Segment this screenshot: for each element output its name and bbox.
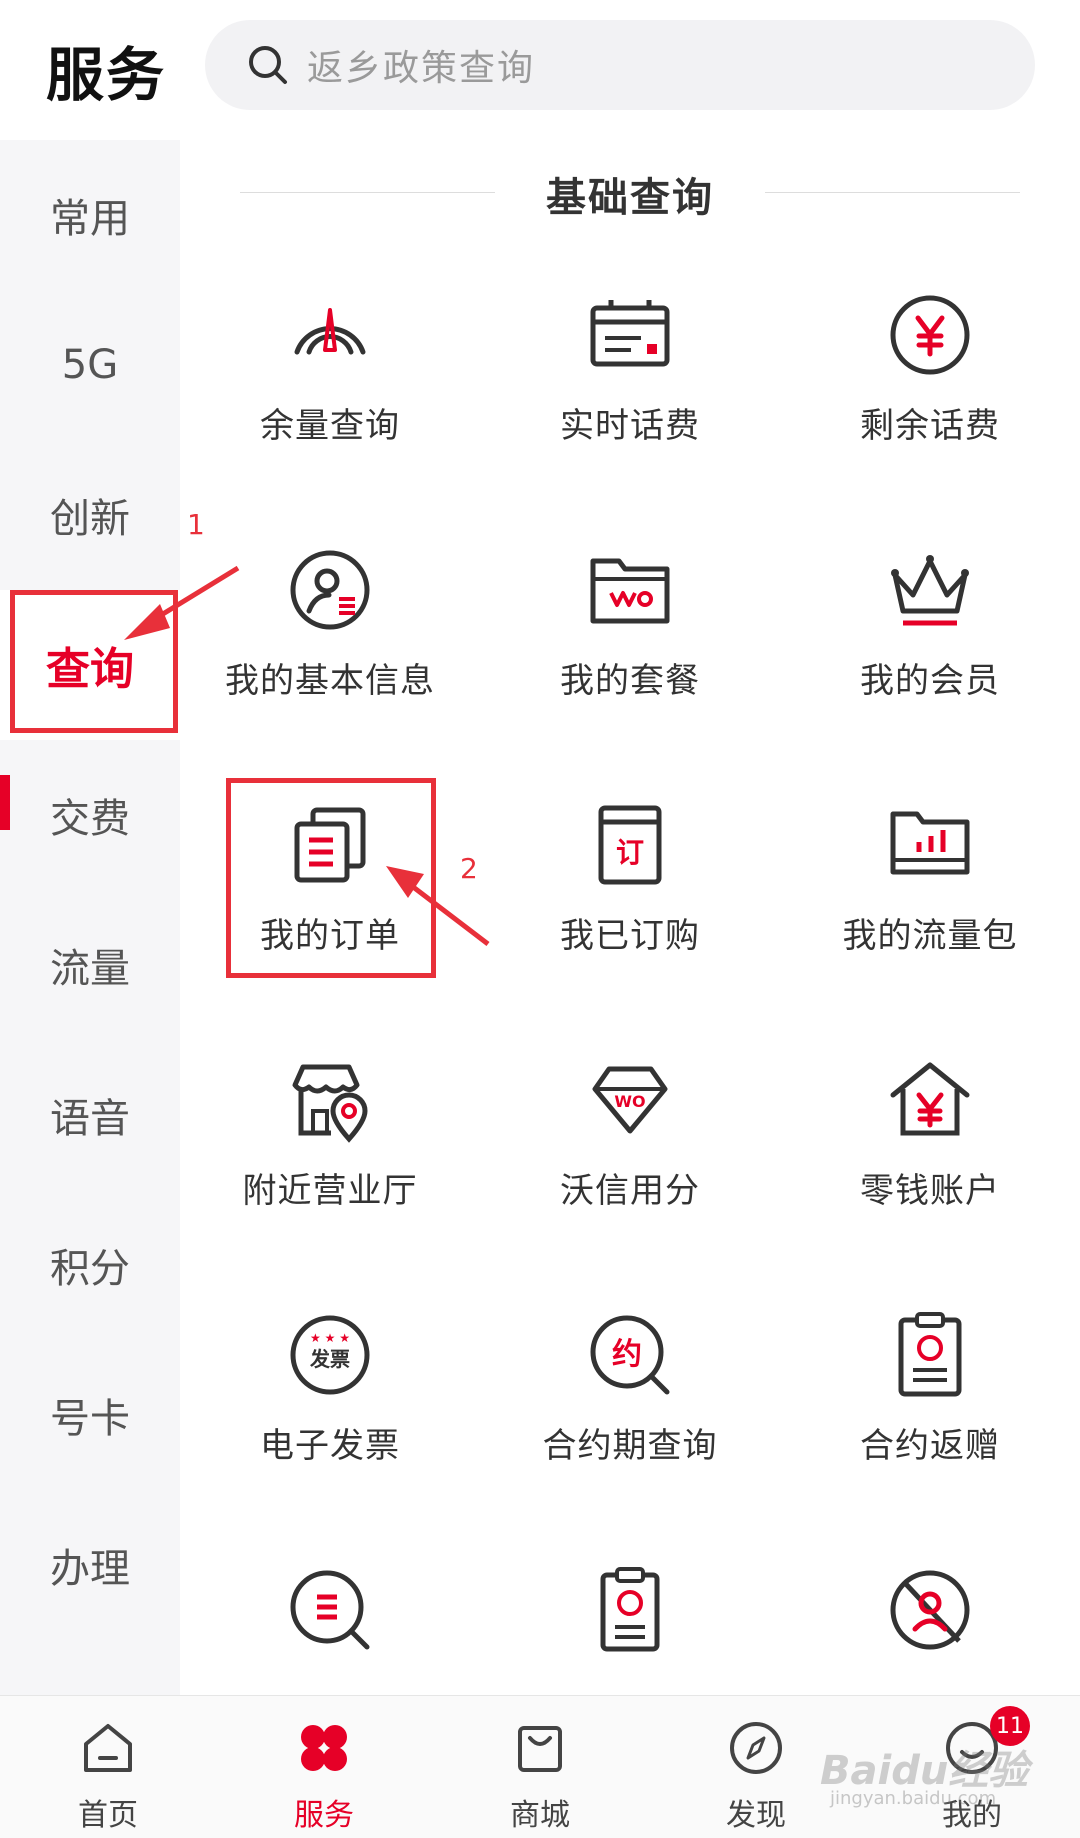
nav-label: 服务 <box>294 1798 354 1833</box>
nav-home[interactable]: 首页 <box>0 1696 216 1838</box>
watermark-logo: Baidu经验 <box>820 1748 1029 1794</box>
nav-mall[interactable]: 商城 <box>432 1696 648 1838</box>
services-icon <box>301 1725 347 1771</box>
watermark-url: jingyan.baidu.com <box>830 1788 997 1809</box>
shopping-bag-icon <box>518 1726 562 1772</box>
nav-label: 首页 <box>78 1798 138 1833</box>
annotation-arrows <box>124 565 490 946</box>
home-icon <box>84 1724 132 1772</box>
nav-label: 商城 <box>510 1798 570 1833</box>
compass-icon <box>730 1722 782 1774</box>
annotation-arrowhead-1 <box>124 604 170 640</box>
nav-services[interactable]: 服务 <box>216 1696 432 1838</box>
annotation-arrow-2 <box>402 878 490 946</box>
